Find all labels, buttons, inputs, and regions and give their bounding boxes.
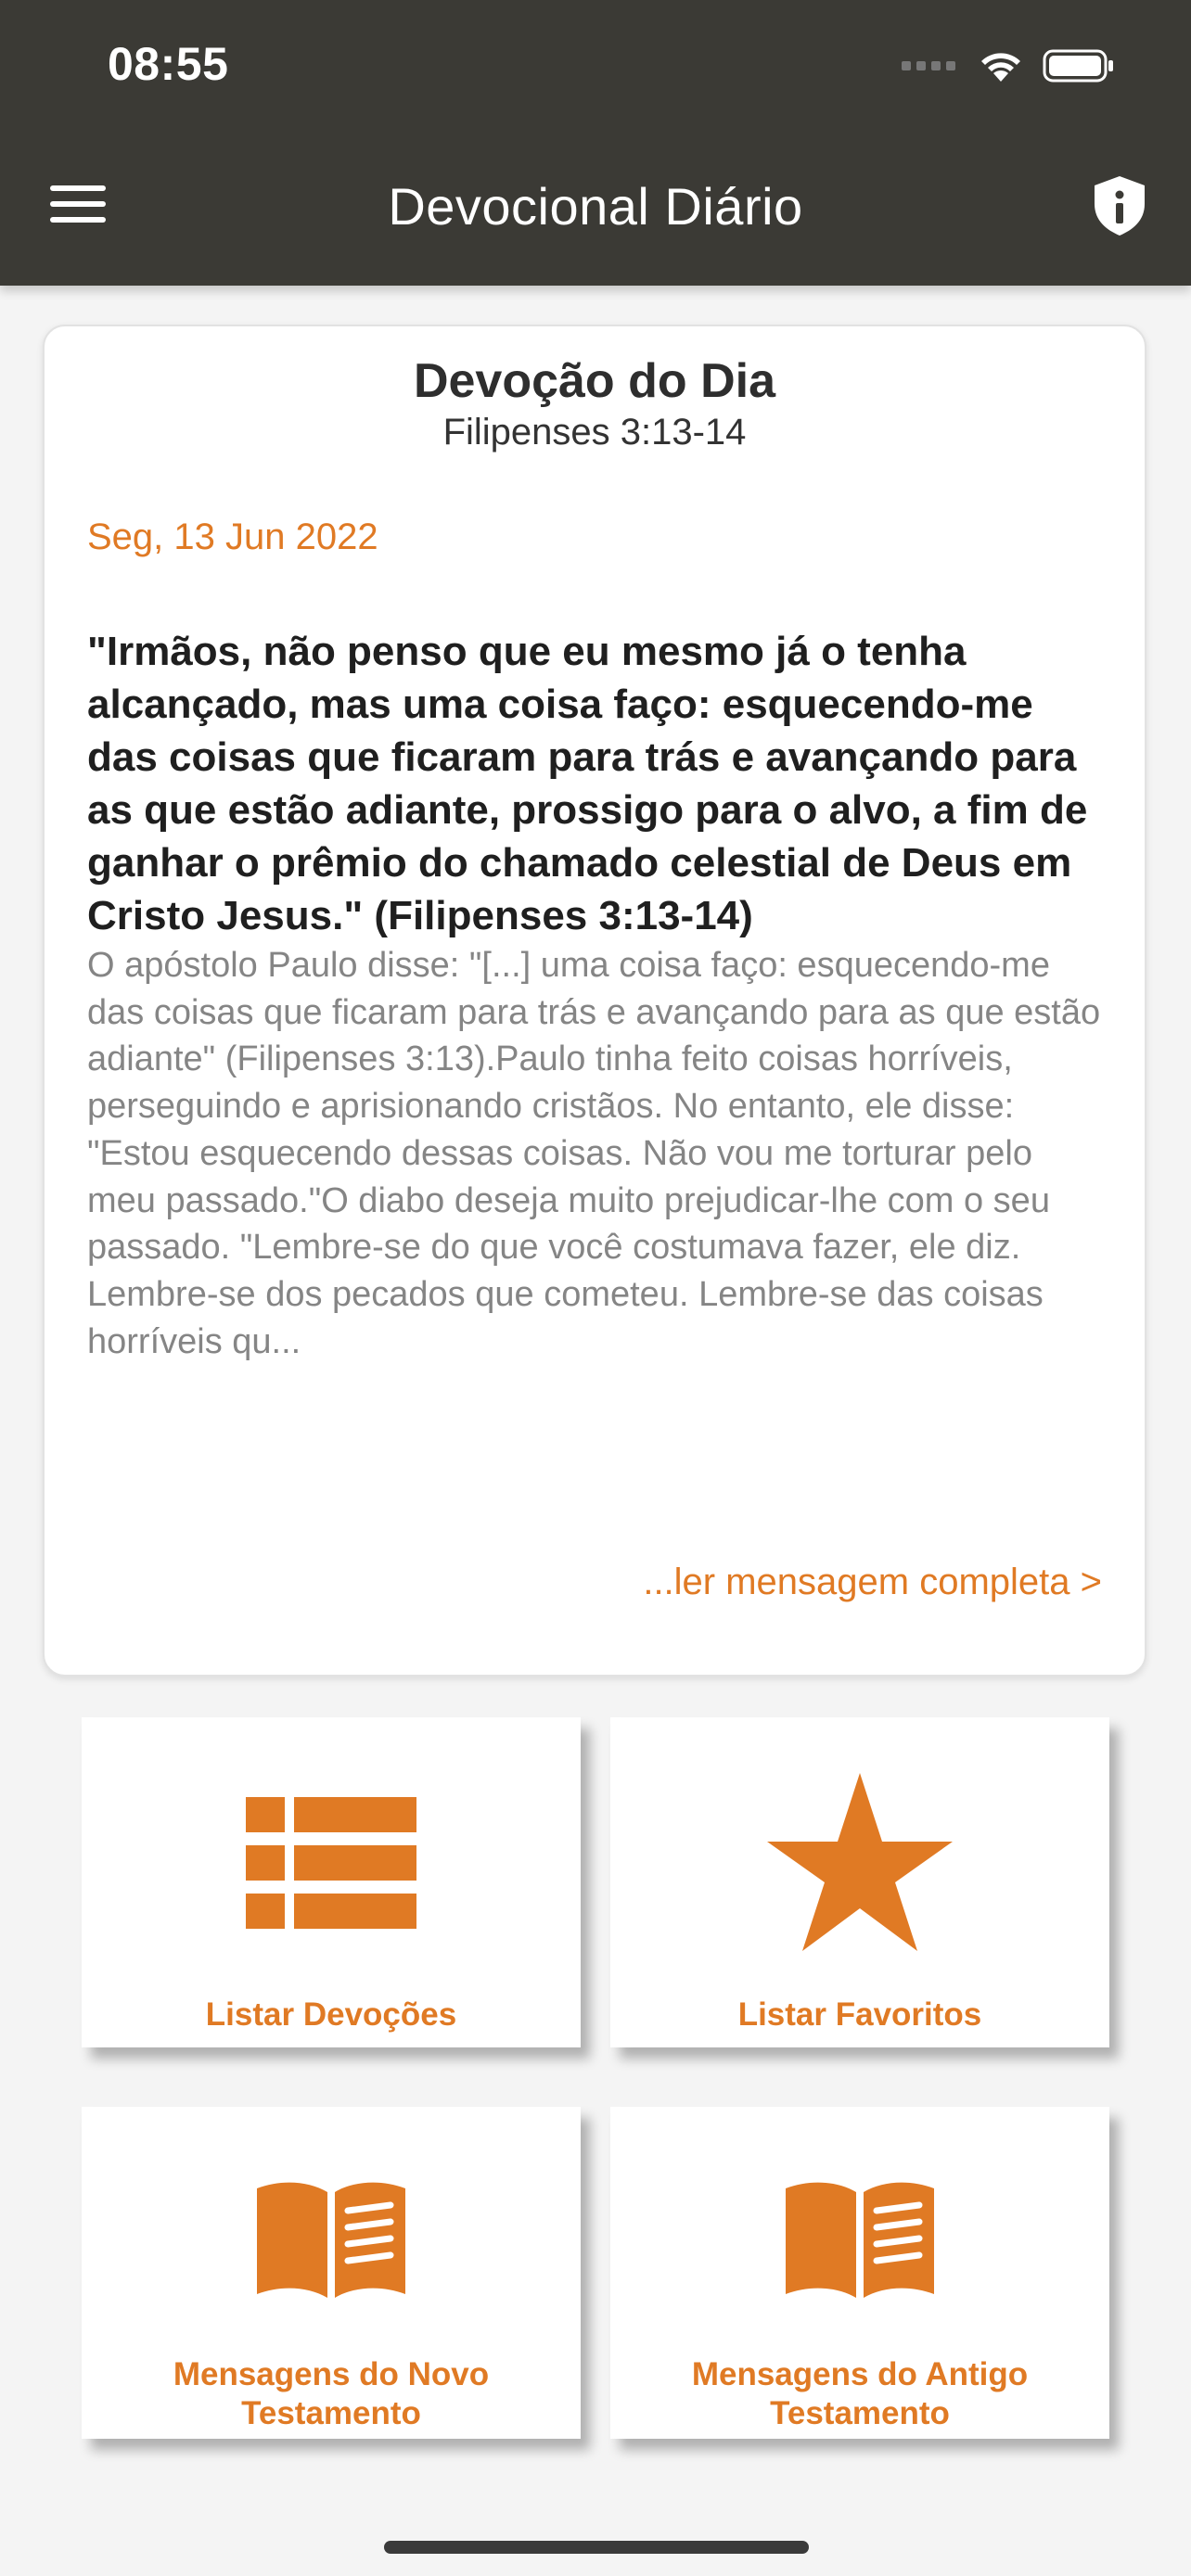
- status-time: 08:55: [108, 38, 229, 90]
- old-testament-tile[interactable]: Mensagens do Antigo Testamento: [610, 2107, 1109, 2439]
- daily-devotional-card[interactable]: Devoção do Dia Filipenses 3:13-14 Seg, 1…: [43, 325, 1146, 1677]
- read-more-link[interactable]: ...ler mensagem completa >: [643, 1562, 1102, 1603]
- title-bar: Devocional Diário: [0, 165, 1191, 249]
- battery-icon: [1043, 49, 1113, 83]
- card-date: Seg, 13 Jun 2022: [87, 516, 378, 557]
- app-header: 08:55 Devocional Diário: [0, 0, 1191, 286]
- card-reference: Filipenses 3:13-14: [442, 412, 747, 453]
- card-heading: Devoção do Dia: [413, 354, 776, 408]
- tile-label: Listar Favoritos: [737, 1996, 982, 2033]
- tile-label: Mensagens do Antigo Testamento: [691, 2356, 1029, 2431]
- list-devotions-tile[interactable]: Listar Devoções: [82, 1717, 581, 2047]
- summary-text: O apóstolo Paulo disse: "[...] uma coisa…: [87, 946, 1101, 1361]
- status-icons: [902, 48, 1115, 83]
- cellular-signal-icon: [902, 61, 955, 70]
- tile-label: Mensagens do Novo Testamento: [173, 2356, 490, 2431]
- tile-label: Listar Devoções: [205, 1996, 457, 2033]
- page-title: Devocional Diário: [388, 177, 803, 236]
- star-icon: [767, 1773, 953, 1951]
- wifi-icon: [981, 53, 1020, 82]
- home-indicator[interactable]: [384, 2541, 809, 2554]
- list-favorites-tile[interactable]: Listar Favoritos: [610, 1717, 1109, 2047]
- list-icon: [246, 1797, 416, 1929]
- open-book-icon: [257, 2182, 405, 2298]
- shield-info-icon[interactable]: [1091, 174, 1148, 237]
- new-testament-tile[interactable]: Mensagens do Novo Testamento: [82, 2107, 581, 2439]
- open-book-icon: [786, 2182, 934, 2298]
- verse-text: "Irmãos, não penso que eu mesmo já o ten…: [87, 629, 1088, 938]
